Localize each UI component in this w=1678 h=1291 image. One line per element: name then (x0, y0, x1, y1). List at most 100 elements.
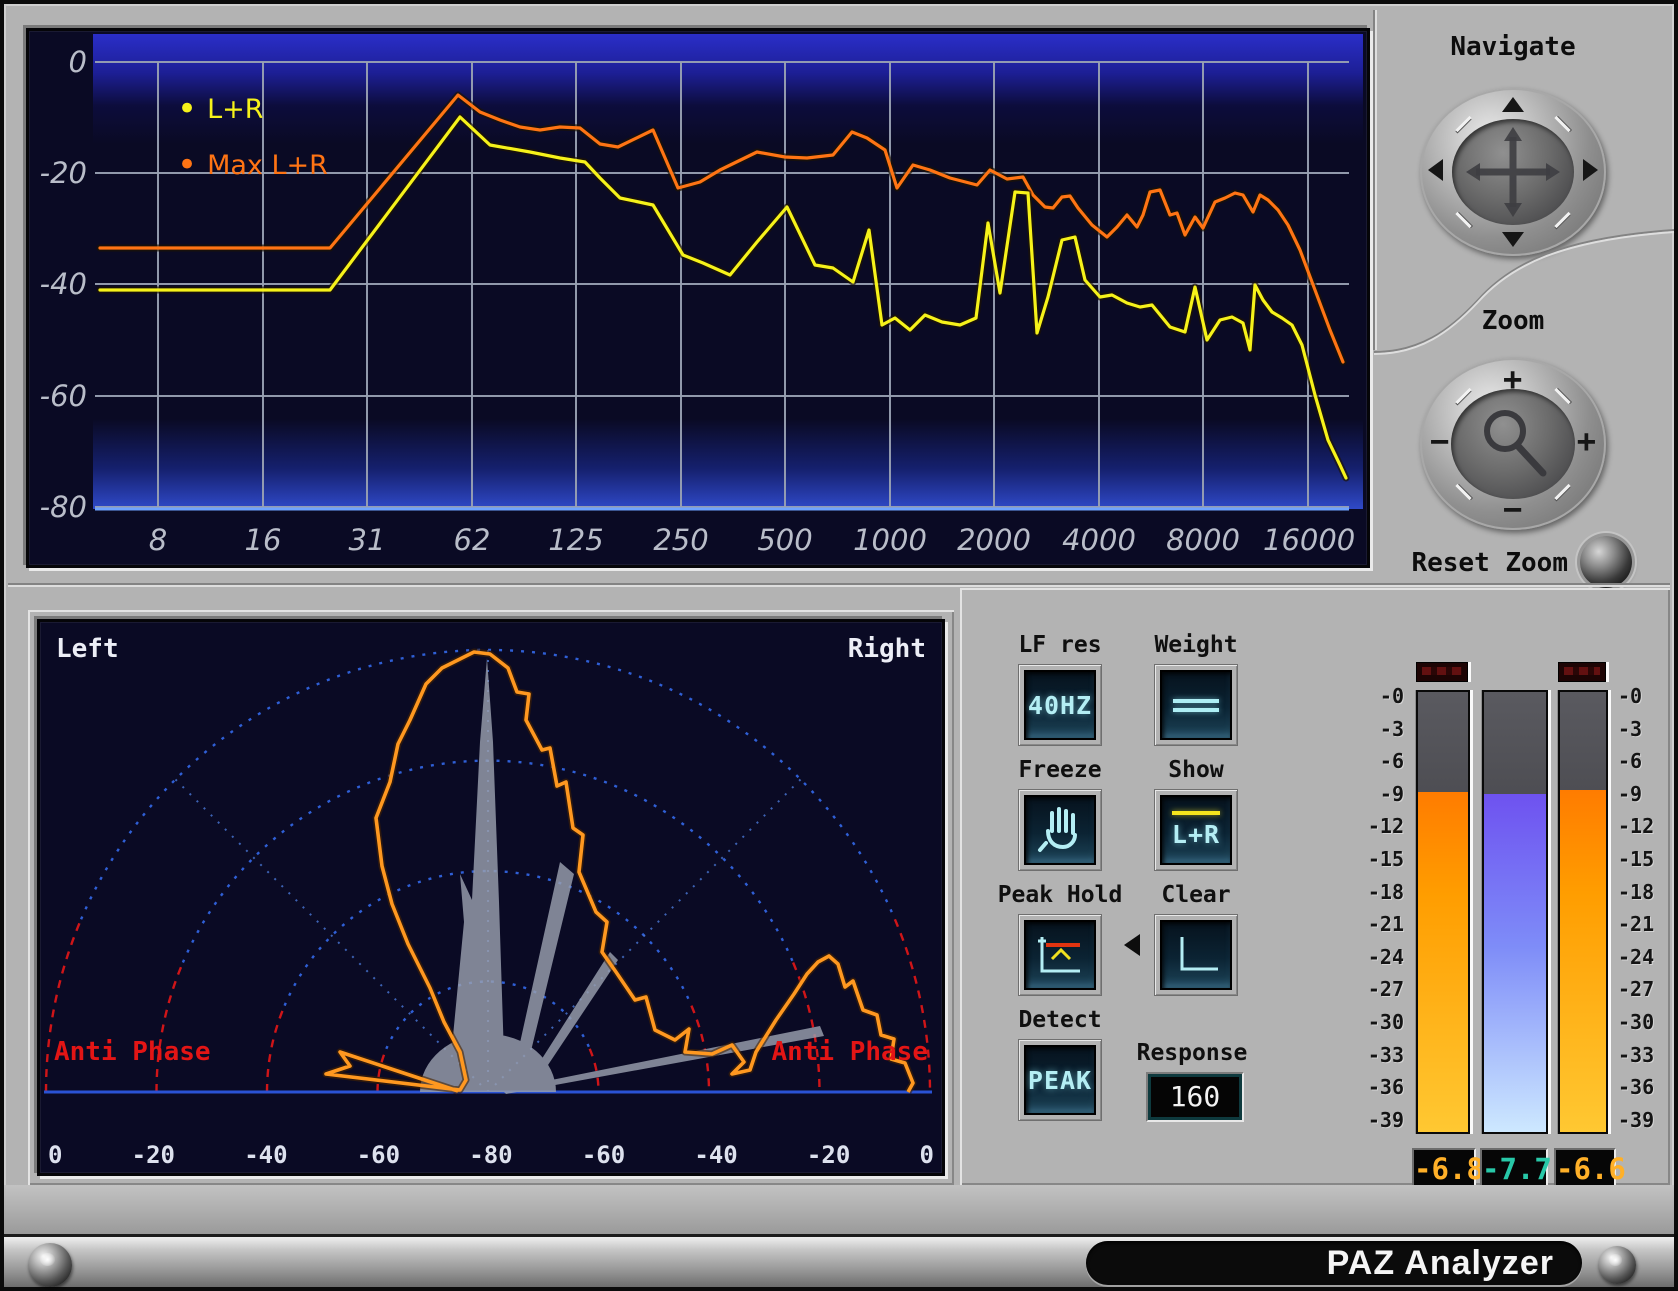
legend-label: Max L+R (207, 150, 328, 181)
trace-lr-icon (1172, 811, 1220, 815)
navigate-right-icon[interactable] (1583, 159, 1598, 181)
meter-tick-label: -36 (1618, 1075, 1668, 1099)
meter-tick-label: -9 (1340, 782, 1404, 806)
legend: • L+R • Max L+R (177, 81, 328, 193)
antiphase-right-label: Anti Phase (771, 1037, 928, 1067)
x-tick-label: 500 (740, 523, 830, 557)
meter-tick-label: -6 (1340, 749, 1404, 773)
level-meter-sum (1482, 690, 1548, 1134)
magnifier-icon (1451, 389, 1575, 499)
x-tick-label: 31 (322, 523, 412, 557)
meter-tick-label: -18 (1340, 880, 1404, 904)
polar-tick-label: 0 (48, 1141, 62, 1169)
zoom-in-top-icon[interactable]: + (1503, 360, 1522, 398)
x-tick-label: 125 (531, 523, 621, 557)
meter-tick-label: -3 (1618, 717, 1668, 741)
meter-tick-label: -24 (1340, 945, 1404, 969)
waves-ball-icon[interactable] (1598, 1246, 1636, 1284)
plugin-title-badge: PAZ Analyzer (1086, 1241, 1582, 1285)
zoom-pad-center[interactable] (1451, 389, 1575, 499)
response-display[interactable]: 160 (1146, 1072, 1244, 1122)
detect-button[interactable]: PEAK (1018, 1039, 1102, 1121)
x-tick-label: 8 (113, 523, 203, 557)
zoom-pad[interactable]: + + − − (1420, 358, 1606, 530)
meter-tick-label: -27 (1618, 977, 1668, 1001)
axis-icon (1170, 931, 1222, 979)
clip-led[interactable] (1558, 662, 1606, 682)
y-tick-label: -80 (35, 490, 87, 524)
navigate-down-icon[interactable] (1502, 232, 1524, 247)
legend-dot-icon: • (177, 155, 197, 175)
meter-tick-label: -33 (1340, 1043, 1404, 1067)
lf-res-button[interactable]: 40HZ (1018, 664, 1102, 746)
show-button[interactable]: L+R (1154, 789, 1238, 871)
legend-item-lr[interactable]: • L+R (177, 81, 328, 137)
meter-tick-label: -6 (1618, 749, 1668, 773)
level-meter-left (1416, 690, 1470, 1134)
y-tick-label: -60 (35, 379, 87, 413)
lf-res-value: 40HZ (1028, 691, 1092, 720)
navigate-label: Navigate (1420, 32, 1606, 62)
meter-tick-label: -3 (1340, 717, 1404, 741)
meter-tick-label: -33 (1618, 1043, 1668, 1067)
meter-readout-right[interactable]: -6.6 (1554, 1148, 1616, 1190)
peak-hold-button[interactable] (1018, 914, 1102, 996)
legend-item-max-lr[interactable]: • Max L+R (177, 137, 328, 193)
x-tick-label: 16000 (1263, 523, 1353, 557)
x-tick-label: 62 (427, 523, 517, 557)
meter-readout-left[interactable]: -6.8 (1412, 1148, 1476, 1190)
meter-tick-label: -39 (1618, 1108, 1668, 1132)
reset-zoom-label: Reset Zoom (1368, 548, 1568, 578)
meter-tick-label: -12 (1618, 814, 1668, 838)
meter-tick-label: -9 (1618, 782, 1668, 806)
meter-tick-label: -21 (1340, 912, 1404, 936)
polar-tick-label: -60 (582, 1141, 625, 1169)
paz-analyzer-window: 0-20-40-60-80 81631621252505001000200040… (0, 0, 1678, 1291)
waves-ball-icon[interactable] (28, 1243, 72, 1287)
x-tick-label: 250 (636, 523, 726, 557)
clear-button[interactable] (1154, 914, 1238, 996)
meter-fill (1484, 794, 1546, 1132)
meter-readout-sum[interactable]: -7.7 (1480, 1148, 1548, 1190)
response-label: Response (1112, 1040, 1272, 1066)
navigate-pad-center[interactable] (1452, 119, 1574, 225)
polar-panel: Left Right Anti Phase Anti Phase 0-20-40… (28, 610, 954, 1185)
stereo-energy-fan (420, 658, 824, 1094)
clip-led[interactable] (1416, 662, 1468, 682)
cross-arrows-icon (1452, 119, 1574, 225)
navigate-up-icon[interactable] (1502, 97, 1524, 112)
polar-tick-label: -80 (469, 1141, 512, 1169)
y-tick-label: -20 (35, 156, 87, 190)
x-tick-label: 8000 (1158, 523, 1248, 557)
navigate-left-icon[interactable] (1428, 159, 1443, 181)
polar-tick-label: -40 (244, 1141, 287, 1169)
controls-panel: LF res 40HZ Weight Freeze (960, 588, 1670, 1185)
reset-zoom-button[interactable] (1580, 536, 1632, 588)
legend-label: L+R (207, 94, 263, 125)
peak-hold-axis-icon (1034, 931, 1086, 979)
y-tick-label: -40 (35, 267, 87, 301)
stereo-position-display[interactable]: Left Right Anti Phase Anti Phase 0-20-40… (37, 619, 945, 1176)
weight-button[interactable] (1154, 664, 1238, 746)
spectrum-display[interactable]: 0-20-40-60-80 81631621252505001000200040… (26, 28, 1370, 568)
zoom-out-bottom-icon[interactable]: − (1503, 490, 1522, 528)
meter-tick-label: -15 (1340, 847, 1404, 871)
legend-dot-icon: • (177, 99, 197, 119)
polar-axis-labels: 0-20-40-60-80-60-40-200 (48, 1141, 934, 1169)
navigate-pad[interactable] (1420, 88, 1606, 256)
x-tick-label: 2000 (949, 523, 1039, 557)
goniometer-plot (40, 622, 936, 1167)
zoom-label: Zoom (1420, 306, 1606, 336)
meter-tick-label: -21 (1618, 912, 1668, 936)
polar-tick-label: 0 (919, 1141, 933, 1169)
bottom-spacer (4, 1185, 1674, 1234)
weight-label: Weight (1116, 632, 1276, 658)
y-tick-label: 0 (35, 45, 87, 79)
meter-scale-left: -0-3-6-9-12-15-18-21-24-27-30-33-36-39 (1340, 684, 1404, 1132)
detect-label: Detect (980, 1007, 1140, 1033)
spectrum-panel: 0-20-40-60-80 81631621252505001000200040… (26, 28, 1370, 568)
zoom-out-left-icon[interactable]: − (1430, 422, 1449, 460)
freeze-button[interactable] (1018, 789, 1102, 871)
zoom-in-right-icon[interactable]: + (1577, 422, 1596, 460)
meter-tick-label: -27 (1340, 977, 1404, 1001)
